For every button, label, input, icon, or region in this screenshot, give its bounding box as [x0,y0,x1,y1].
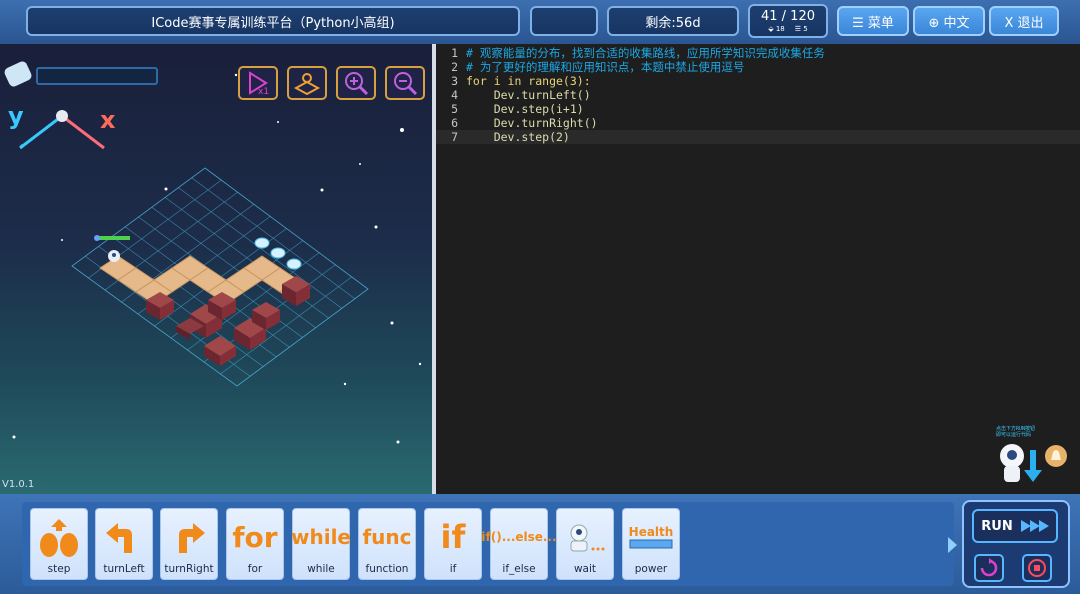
health-bar-icon [629,539,673,549]
code-line-7[interactable]: 7 Dev.step(2) [436,130,1080,144]
zoom-out-button[interactable] [385,66,425,100]
code-line-3[interactable]: 3 for i in range(3): [436,74,1080,88]
block-for[interactable]: for for [226,508,284,580]
reset-button[interactable] [974,554,1004,582]
map-icon [293,73,321,96]
path-tiles [99,255,311,305]
stat-1: ⬙ 18 [768,24,785,33]
robot-character [94,235,130,262]
menu-button[interactable]: ☰ 菜单 [837,6,909,36]
code-line-5[interactable]: 5 Dev.step(i+1) [436,102,1080,116]
zoom-in-button[interactable] [336,66,376,100]
zoom-out-icon [394,72,418,96]
hint-text-2: 即可以运行代码 [996,432,1032,438]
svg-text:y: y [8,102,24,130]
step-icon [40,519,78,557]
exit-button[interactable]: X 退出 [989,6,1059,36]
wait-icon [570,524,605,552]
zoom-in-icon [345,72,369,96]
block-palette: step turnLeft turnRight for for while wh… [22,502,954,586]
turn-right-icon [179,523,205,553]
block-while[interactable]: while while [291,508,351,580]
stat-2: ☰ 5 [794,24,808,33]
code-line-4[interactable]: 4 Dev.turnLeft() [436,88,1080,102]
stars [12,73,422,444]
blank-pill [530,6,598,36]
remaining-days: 剩余:56d [607,6,739,36]
page-title: ICode赛事专属训练平台（Python小高组) [26,6,520,36]
block-power[interactable]: Health power [622,508,680,580]
stop-button[interactable] [1022,554,1052,582]
refresh-icon [980,558,998,577]
block-if-else[interactable]: if()...else... if_else [481,508,557,580]
block-function[interactable]: func function [358,508,416,580]
block-wait[interactable]: wait [556,508,614,580]
code-line-2[interactable]: 2 # 为了更好的理解和应用知识点，本题中禁止使用逗号 [436,60,1080,74]
top-bar: ICode赛事专属训练平台（Python小高组) 剩余:56d 41 / 120… [0,0,1080,44]
version-label: V1.0.1 [2,479,35,490]
code-editor[interactable]: 1 # 观察能量的分布，找到合适的收集路线，应用所学知识完成收集任务 2 # 为了更… [436,44,1080,494]
block-turn-left[interactable]: turnLeft [95,508,153,580]
map-button[interactable] [287,66,327,100]
turn-left-icon [106,523,132,553]
play-x1-icon: x1 [249,71,269,96]
code-line-6[interactable]: 6 Dev.turnRight() [436,116,1080,130]
axis-indicator: y x [8,102,116,150]
run-panel: RUN [962,500,1070,588]
run-button[interactable]: RUN [972,509,1058,543]
scene-canvas: y x [4,61,422,444]
energy-bar [4,61,158,87]
bottom-panel: step turnLeft turnRight for for while wh… [0,494,1080,594]
stop-icon [1028,559,1046,577]
svg-text:x: x [100,106,116,134]
hint-robot-icon [1000,444,1067,482]
score-value: 41 / 120 [761,8,815,24]
language-button[interactable]: ⊕ 中文 [913,6,985,36]
block-if[interactable]: if if [424,508,482,580]
block-turn-right[interactable]: turnRight [160,508,218,580]
block-step[interactable]: step [30,508,88,580]
palette-next-icon[interactable] [946,536,958,554]
hint-bubble: 点击下方RUN按钮 即可以运行代码 [996,426,1046,438]
svg-text:x1: x1 [258,87,269,96]
speed-play-button[interactable]: x1 [238,66,278,100]
game-scene: y x x1 V1.0.1 [0,44,432,494]
fast-forward-icon [1020,520,1049,532]
score-display: 41 / 120 ⬙ 18 ☰ 5 [748,4,828,38]
code-line-1[interactable]: 1 # 观察能量的分布，找到合适的收集路线，应用所学知识完成收集任务 [436,46,1080,60]
